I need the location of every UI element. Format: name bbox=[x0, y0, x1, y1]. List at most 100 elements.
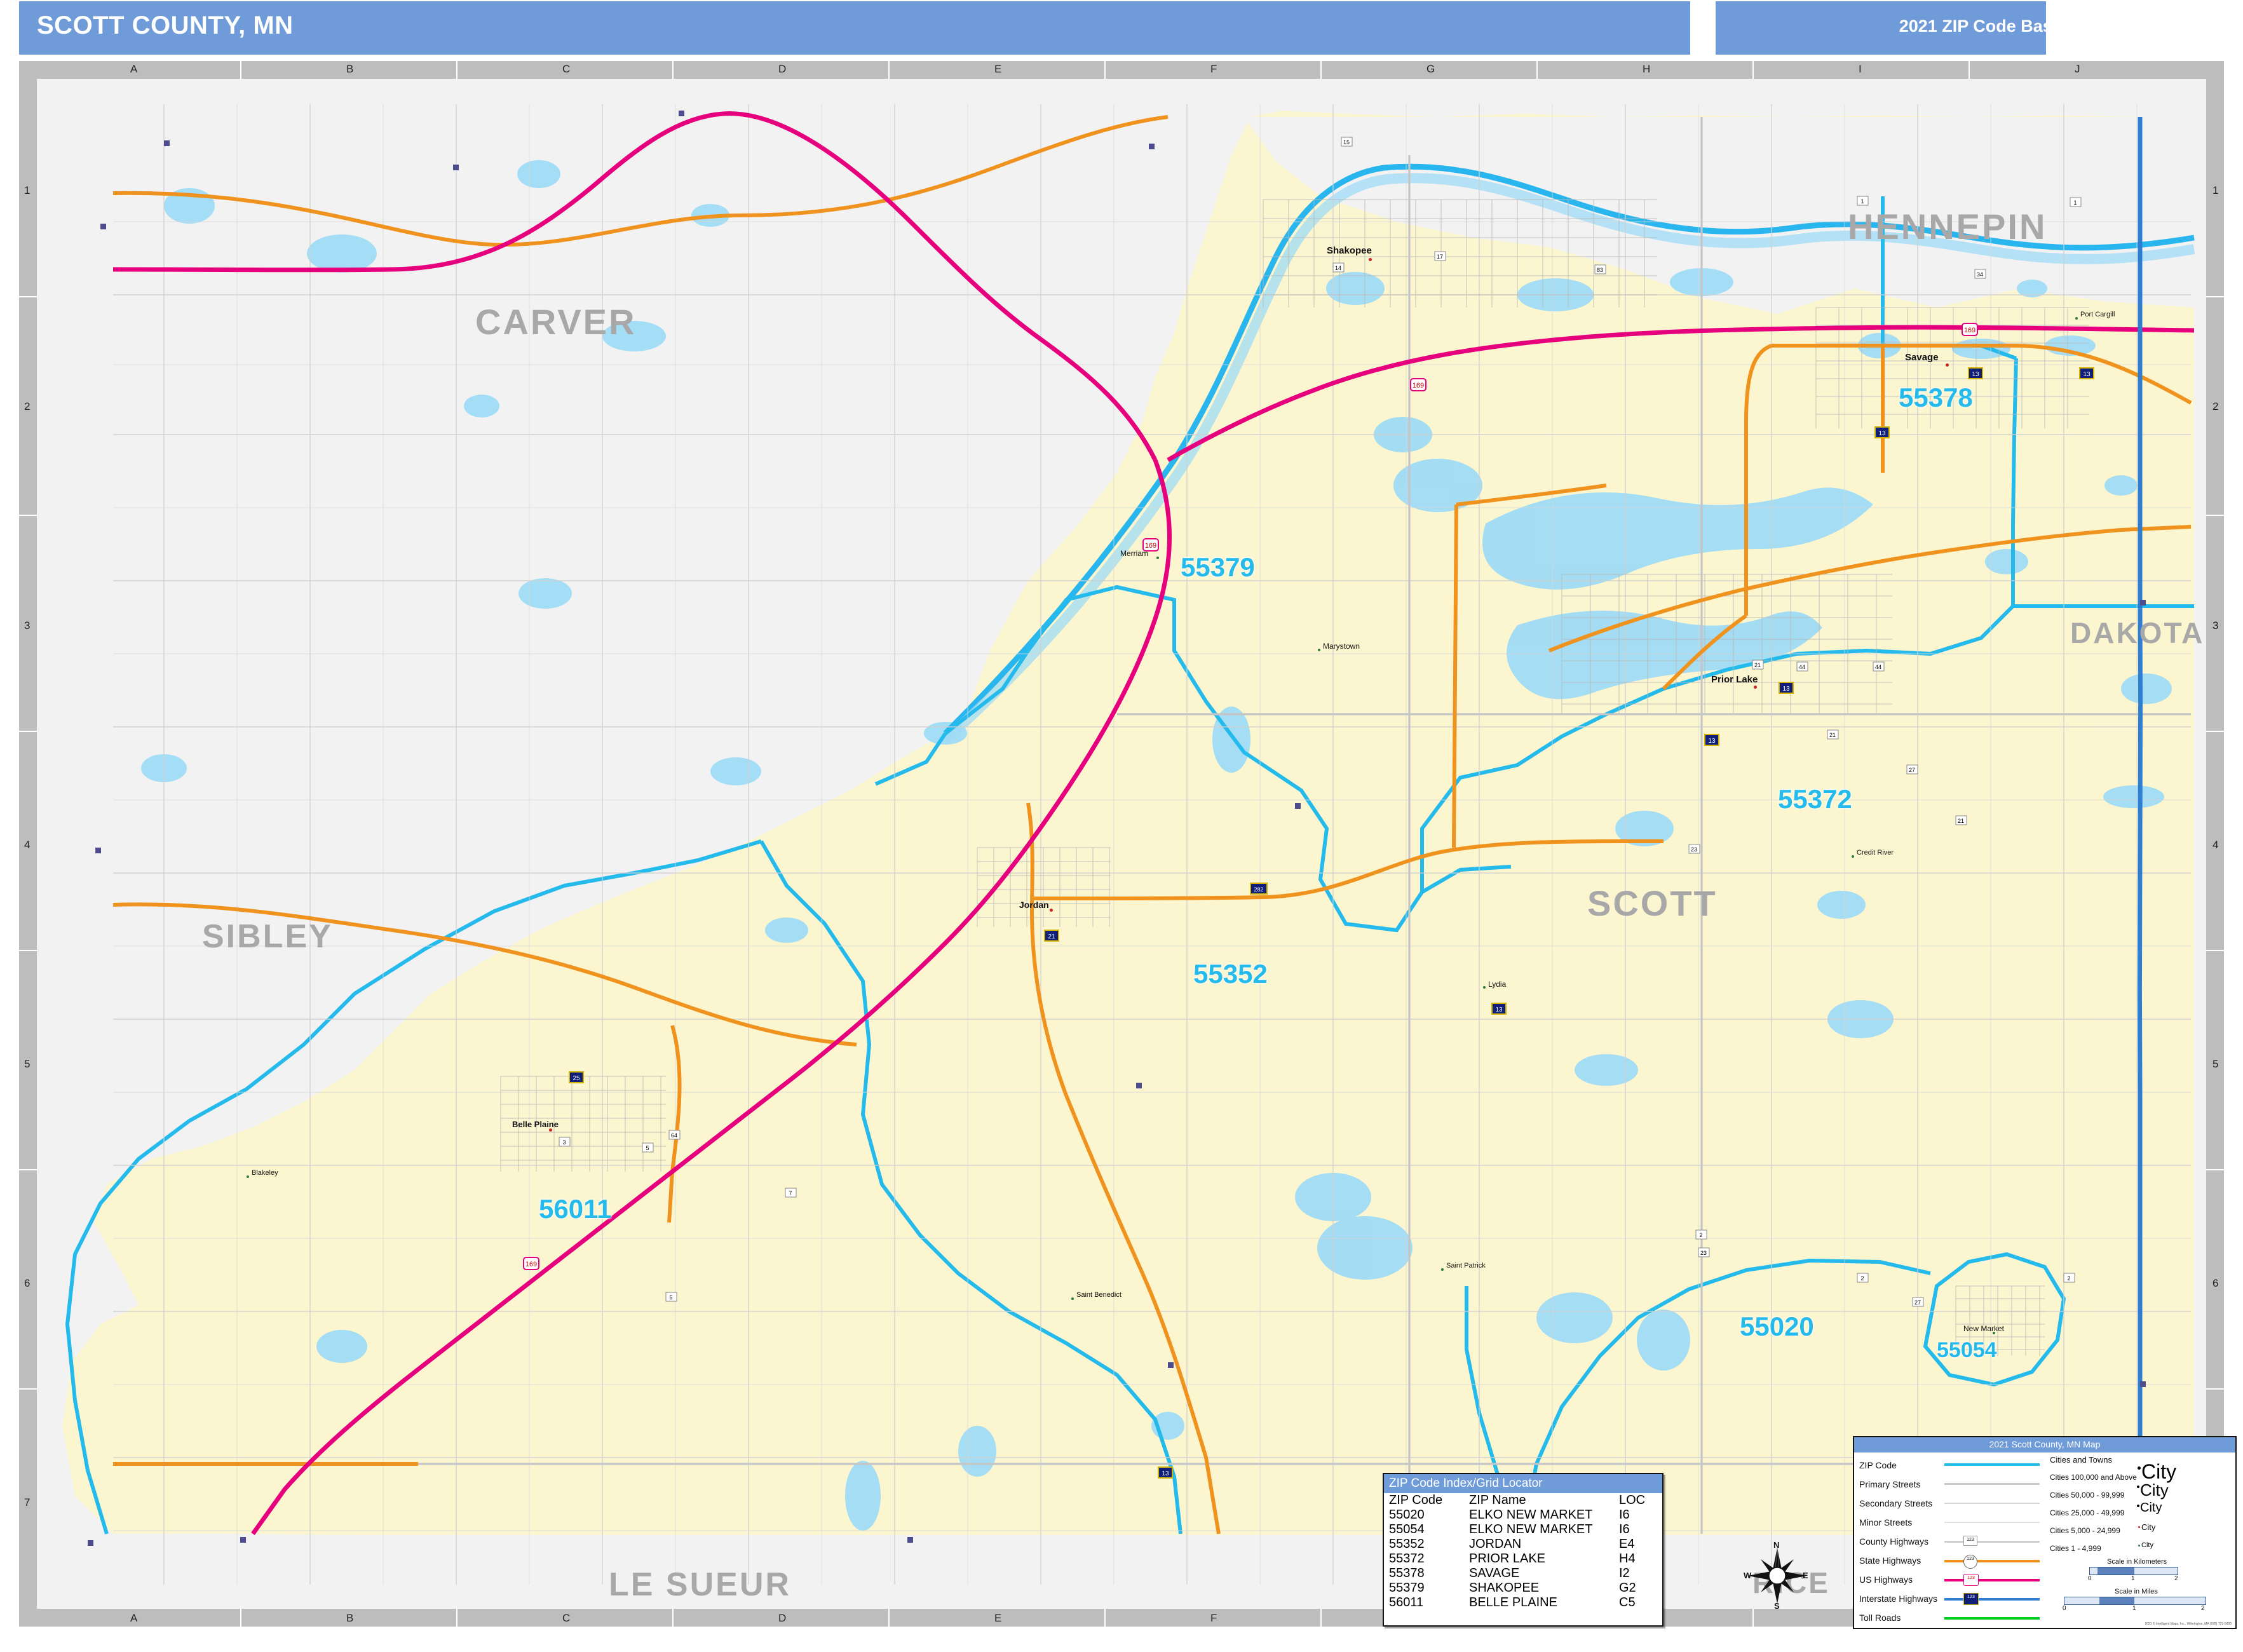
city-marker bbox=[1946, 363, 1949, 367]
table-row[interactable]: 55020 ELKO NEW MARKET I6 bbox=[1384, 1508, 1662, 1522]
county-label-hennepin: HENNEPIN bbox=[1848, 207, 2047, 247]
cell-zip-name: BELLE PLAINE bbox=[1469, 1595, 1557, 1609]
city-label-belle-plaine: Belle Plaine bbox=[512, 1120, 559, 1129]
scale-km-tick-0: 0 bbox=[2088, 1575, 2092, 1582]
cell-zip-name: JORDAN bbox=[1469, 1537, 1522, 1551]
grid-row-5-right: 5 bbox=[2213, 1058, 2219, 1070]
table-row[interactable]: 55352 JORDAN E4 bbox=[1384, 1537, 1662, 1552]
map-canvas[interactable]: 169 169 169 169 13 13 13 13 13 13 21 282… bbox=[37, 79, 2206, 1609]
legend-label-primary-streets: Primary Streets bbox=[1859, 1479, 1921, 1489]
page-header: SCOTT COUNTY, MN 2021 ZIP Code Basic Edi… bbox=[0, 0, 2243, 56]
svg-text:169: 169 bbox=[1964, 327, 1975, 334]
col-header-zip-code: ZIP Code bbox=[1389, 1493, 1443, 1507]
city-label-saint-benedict: Saint Benedict bbox=[1076, 1291, 1122, 1299]
zip-label-55372: 55372 bbox=[1778, 784, 1852, 814]
grid-col-e: E bbox=[994, 63, 1002, 75]
grid-col-j: J bbox=[2075, 63, 2080, 75]
svg-text:64: 64 bbox=[671, 1132, 677, 1139]
svg-text:21: 21 bbox=[1958, 818, 1964, 824]
grid-row-1: 1 bbox=[24, 184, 30, 196]
zip-index-title: ZIP Code Index/Grid Locator bbox=[1384, 1474, 1662, 1493]
grid-row-5: 5 bbox=[24, 1058, 30, 1070]
svg-text:169: 169 bbox=[525, 1261, 537, 1268]
legend-shield-interstate: 123 bbox=[1963, 1593, 1979, 1605]
scale-mi-tick-1: 1 bbox=[2132, 1605, 2136, 1612]
svg-text:13: 13 bbox=[1782, 686, 1790, 693]
legend-dot-5 bbox=[2138, 1545, 2140, 1547]
col-header-zip-name: ZIP Name bbox=[1469, 1493, 1526, 1507]
page-title: SCOTT COUNTY, MN bbox=[37, 11, 294, 39]
table-row[interactable]: 55054 ELKO NEW MARKET I6 bbox=[1384, 1522, 1662, 1537]
grid-row-2: 2 bbox=[24, 400, 30, 412]
scale-km-caption: Scale in Kilometers bbox=[2107, 1558, 2167, 1566]
legend-shield-state: 123 bbox=[1963, 1555, 1977, 1569]
compass-east-label: E bbox=[1803, 1571, 1808, 1580]
city-label-saint-patrick: Saint Patrick bbox=[1446, 1262, 1486, 1269]
zip-label-55352: 55352 bbox=[1193, 959, 1268, 989]
svg-text:13: 13 bbox=[1708, 738, 1716, 745]
legend-swatch-county-highways bbox=[1944, 1541, 2040, 1543]
cell-loc: H4 bbox=[1619, 1552, 1636, 1566]
grid-col-h: H bbox=[1643, 63, 1651, 75]
city-label-jordan: Jordan bbox=[1019, 900, 1049, 910]
grid-col-d: D bbox=[778, 63, 787, 75]
legend-city-class-5: Cities 1 - 4,999 bbox=[2050, 1544, 2101, 1553]
cell-zip-name: ELKO NEW MARKET bbox=[1469, 1508, 1593, 1522]
cell-zip-name: SHAKOPEE bbox=[1469, 1581, 1540, 1595]
compass-west-label: W bbox=[1744, 1571, 1752, 1580]
cell-zip-code: 55020 bbox=[1389, 1508, 1425, 1522]
legend-label-state-highways: State Highways bbox=[1859, 1555, 1921, 1566]
scale-km-bar bbox=[2089, 1567, 2178, 1575]
legend-dot-2 bbox=[2137, 1486, 2139, 1488]
legend-label-secondary-streets: Secondary Streets bbox=[1859, 1498, 1933, 1508]
svg-text:17: 17 bbox=[1437, 254, 1443, 260]
legend-label-zip-code: ZIP Code bbox=[1859, 1460, 1897, 1470]
grid-row-4: 4 bbox=[24, 839, 30, 851]
svg-text:1: 1 bbox=[1860, 198, 1864, 205]
cell-loc: I6 bbox=[1619, 1522, 1630, 1536]
table-row[interactable]: 55379 SHAKOPEE G2 bbox=[1384, 1581, 1662, 1595]
svg-text:44: 44 bbox=[1875, 664, 1881, 670]
grid-row-3-right: 3 bbox=[2213, 620, 2219, 632]
legend-swatch-us-highways bbox=[1944, 1579, 2040, 1581]
city-marker bbox=[1441, 1268, 1444, 1271]
svg-text:23: 23 bbox=[1700, 1250, 1707, 1256]
zip-label-55379: 55379 bbox=[1181, 552, 1255, 582]
table-row[interactable]: 56011 BELLE PLAINE C5 bbox=[1384, 1595, 1662, 1610]
cell-loc: I2 bbox=[1619, 1566, 1630, 1580]
city-label-marystown: Marystown bbox=[1323, 642, 1360, 651]
cell-loc: E4 bbox=[1619, 1537, 1635, 1551]
legend-credit: 2021 © Intelligent Maps, Inc., Wilmingto… bbox=[2145, 1622, 2232, 1626]
svg-text:7: 7 bbox=[789, 1190, 792, 1196]
legend-city-sample-2: City bbox=[2140, 1480, 2169, 1500]
legend-swatch-secondary-streets bbox=[1944, 1503, 2040, 1504]
county-label-scott: SCOTT bbox=[1587, 883, 1718, 923]
svg-text:23: 23 bbox=[1691, 846, 1697, 853]
svg-text:13: 13 bbox=[1972, 371, 1979, 378]
legend-dot-4 bbox=[2138, 1526, 2140, 1528]
legend-swatch-primary-streets bbox=[1944, 1483, 2040, 1485]
cell-zip-code: 55378 bbox=[1389, 1566, 1425, 1580]
svg-text:27: 27 bbox=[1909, 767, 1915, 773]
cell-zip-code: 55054 bbox=[1389, 1522, 1425, 1536]
city-label-credit-river: Credit River bbox=[1857, 849, 1894, 856]
zip-label-55054: 55054 bbox=[1937, 1338, 1997, 1362]
legend-shield-county: 123 bbox=[1963, 1536, 1977, 1546]
legend-label-toll-roads: Toll Roads bbox=[1859, 1613, 1901, 1623]
cell-zip-code: 55379 bbox=[1389, 1581, 1425, 1595]
svg-text:1: 1 bbox=[2073, 200, 2077, 206]
svg-text:15: 15 bbox=[1343, 139, 1350, 146]
zip-code-index-panel[interactable]: ZIP Code Index/Grid Locator ZIP Code ZIP… bbox=[1383, 1473, 1664, 1627]
grid-col-a-bottom: A bbox=[130, 1612, 138, 1624]
city-label-merriam: Merriam bbox=[1120, 549, 1148, 558]
compass-south-label: S bbox=[1774, 1601, 1780, 1611]
table-row[interactable]: 55378 SAVAGE I2 bbox=[1384, 1566, 1662, 1581]
city-label-savage: Savage bbox=[1905, 352, 1939, 363]
city-marker bbox=[1483, 986, 1486, 989]
county-label-carver: CARVER bbox=[475, 302, 637, 342]
legend-city-class-2: Cities 50,000 - 99,999 bbox=[2050, 1491, 2125, 1500]
legend-swatch-state-highways bbox=[1944, 1560, 2040, 1562]
county-label-sibley: SIBLEY bbox=[202, 918, 333, 955]
table-row[interactable]: 55372 PRIOR LAKE H4 bbox=[1384, 1552, 1662, 1566]
cell-zip-code: 56011 bbox=[1389, 1595, 1424, 1609]
